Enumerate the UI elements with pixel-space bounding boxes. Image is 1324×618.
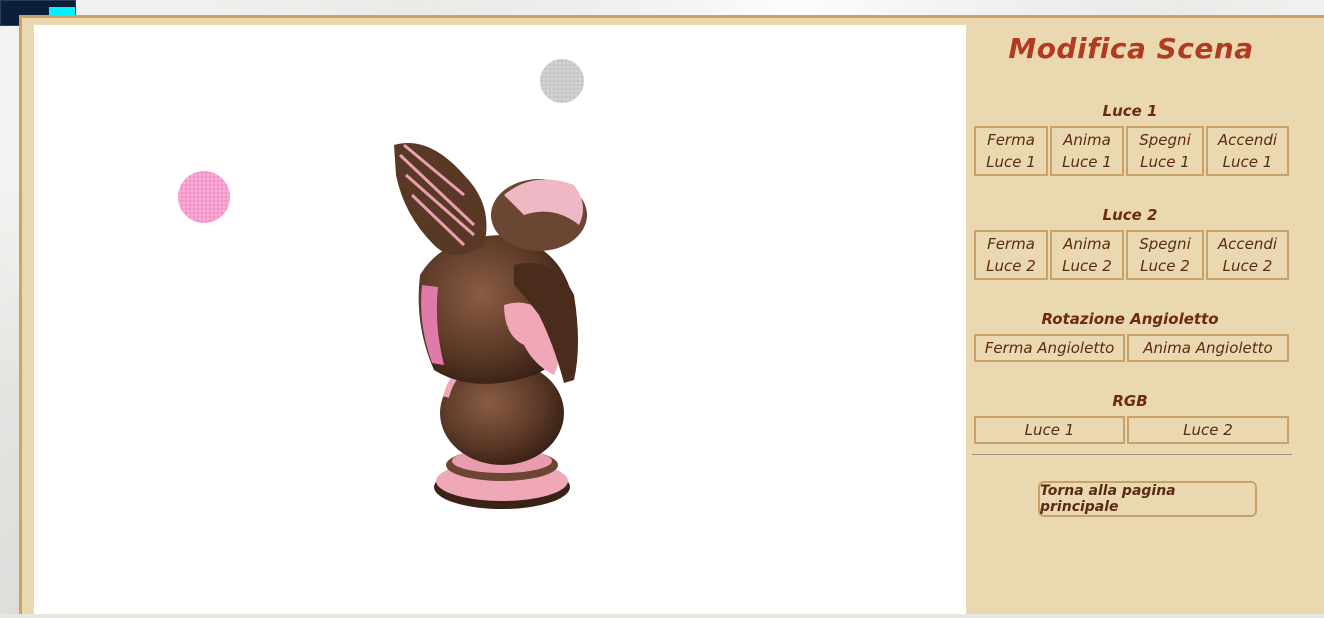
scene-render <box>178 59 587 509</box>
turn-on-light-2-button[interactable]: Accendi Luce 2 <box>1206 230 1289 280</box>
stop-light-2-button[interactable]: Ferma Luce 2 <box>974 230 1048 280</box>
turn-off-light-2-button[interactable]: Spegni Luce 2 <box>1126 230 1204 280</box>
gray-light-sphere <box>540 59 584 103</box>
rgb-light-1-button[interactable]: Luce 1 <box>974 416 1125 444</box>
panel-title: Modifica Scena <box>1008 32 1254 65</box>
rgb-light-2-button[interactable]: Luce 2 <box>1127 416 1289 444</box>
stop-light-1-button[interactable]: Ferma Luce 1 <box>974 126 1048 176</box>
turn-on-light-1-button[interactable]: Accendi Luce 1 <box>1206 126 1289 176</box>
stop-angel-rotation-button[interactable]: Ferma Angioletto <box>974 334 1125 362</box>
section-label-rgb: RGB <box>1112 392 1148 410</box>
webgl-canvas[interactable] <box>34 25 966 614</box>
animate-light-2-button[interactable]: Anima Luce 2 <box>1050 230 1124 280</box>
animate-angel-rotation-button[interactable]: Anima Angioletto <box>1127 334 1289 362</box>
back-to-home-button[interactable]: Torna alla pagina principale <box>1038 481 1257 517</box>
panel-divider <box>972 454 1292 455</box>
animate-light-1-button[interactable]: Anima Luce 1 <box>1050 126 1124 176</box>
section-label-rotation: Rotazione Angioletto <box>1041 310 1219 328</box>
scene-control-panel: Modifica Scena Luce 1 Ferma Luce 1 Anima L… <box>966 18 1324 614</box>
section-label-light-1: Luce 1 <box>1102 102 1158 120</box>
section-label-light-2: Luce 2 <box>1102 206 1158 224</box>
angel-statue <box>394 143 587 509</box>
turn-off-light-1-button[interactable]: Spegni Luce 1 <box>1126 126 1204 176</box>
pink-light-sphere <box>178 171 230 223</box>
